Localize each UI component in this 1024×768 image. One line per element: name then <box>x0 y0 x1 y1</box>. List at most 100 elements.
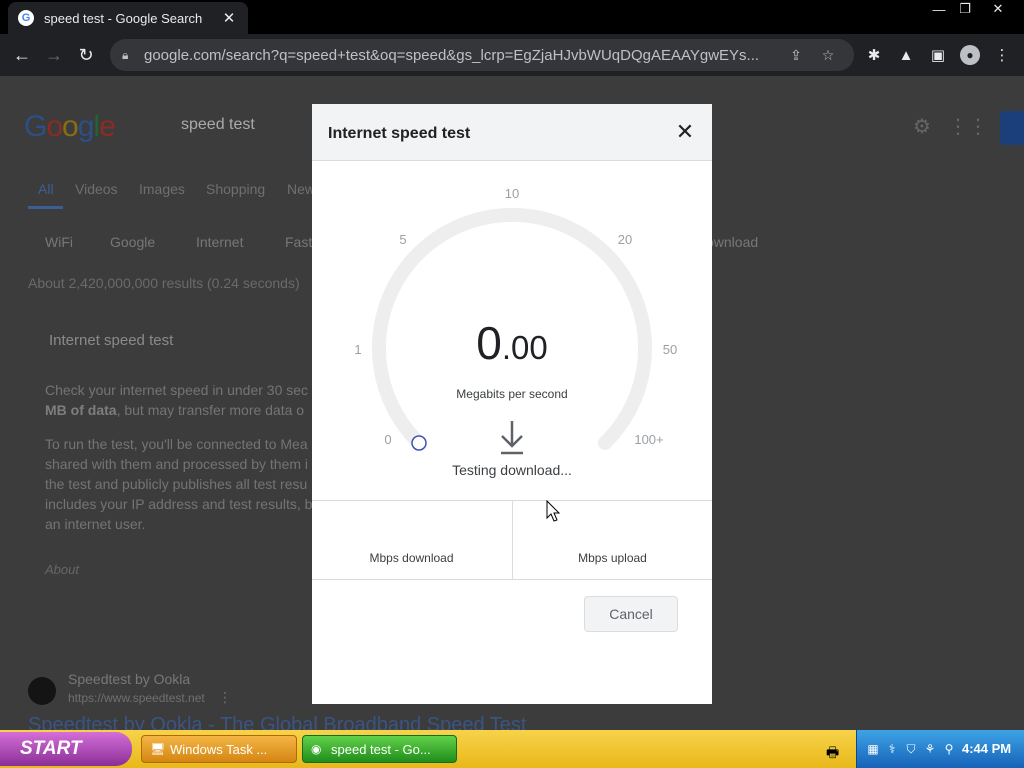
test-status-text: Testing download... <box>452 462 572 478</box>
taskbar-item-label: Windows Task ... <box>170 741 268 757</box>
body-line: the test and publicly publishes all test… <box>45 476 308 492</box>
result-url: https://www.speedtest.net <box>68 691 205 705</box>
browser-tabstrip: G speed test - Google Search ✕ — ❐ ✕ <box>0 0 1024 34</box>
taskbar-item-chrome[interactable]: ◉ speed test - Go... <box>302 735 457 763</box>
task-manager-icon: 🖥︎ <box>150 742 166 756</box>
tab-all[interactable]: All <box>38 181 54 197</box>
chip-internet[interactable]: Internet <box>196 234 243 250</box>
settings-gear-icon[interactable]: ⚙ <box>910 114 934 138</box>
tab-close-icon[interactable]: ✕ <box>220 9 238 27</box>
widget-title: Internet speed test <box>49 332 174 349</box>
chip-download[interactable]: ownload <box>706 234 758 250</box>
window-close-button[interactable]: ✕ <box>986 0 1010 18</box>
tray-app-icon[interactable]: ⚘ <box>922 742 938 756</box>
lock-icon: 🔒︎ <box>122 47 129 62</box>
logo-letter: o <box>46 110 63 143</box>
address-bar[interactable]: 🔒︎ google.com/search?q=speed+test&oq=spe… <box>110 39 854 71</box>
taskbar-item-label: speed test - Go... <box>331 741 431 757</box>
speed-gauge: 0 1 5 10 20 50 100+ <box>354 186 677 451</box>
gauge-label-5: 5 <box>399 232 406 247</box>
about-link[interactable]: About <box>45 562 79 577</box>
body-line: an internet user. <box>45 516 146 532</box>
share-icon[interactable]: ⇪ <box>780 47 812 64</box>
gauge-label-10: 10 <box>505 186 519 201</box>
body-line: MB of data, but may transfer more data o <box>45 400 304 420</box>
start-label: START <box>20 738 82 759</box>
dialog-close-icon[interactable]: ✕ <box>672 119 698 145</box>
tab-title: speed test - Google Search <box>44 10 203 26</box>
gauge-label-0: 0 <box>384 432 391 447</box>
tab-videos[interactable]: Videos <box>75 181 118 197</box>
search-input[interactable]: speed test <box>181 116 255 134</box>
gauge-label-100-plus: 100+ <box>634 432 663 447</box>
browser-toolbar: ← → ↻ 🔒︎ google.com/search?q=speed+test&… <box>0 34 1024 76</box>
chip-google[interactable]: Google <box>110 234 155 250</box>
gauge-label-20: 20 <box>618 232 632 247</box>
google-logo[interactable]: Google <box>24 110 116 144</box>
speed-unit-label: Megabits per second <box>456 387 568 401</box>
ookla-favicon-icon <box>28 677 56 705</box>
speed-value-integer: 0 <box>476 317 502 369</box>
network-icon[interactable]: ▦ <box>865 742 881 756</box>
start-button[interactable]: START <box>0 732 132 766</box>
logo-letter: G <box>24 110 47 143</box>
logo-letter: e <box>99 110 116 143</box>
taskbar-item-task-manager[interactable]: 🖥︎ Windows Task ... <box>141 735 297 763</box>
speed-value: 0.00 <box>312 316 712 370</box>
extensions-puzzle-icon[interactable]: ✱ <box>862 44 886 66</box>
dialog-title: Internet speed test <box>328 125 471 142</box>
minimize-button[interactable]: — <box>928 0 950 18</box>
restore-button[interactable]: ❐ <box>954 0 976 18</box>
chip-fast[interactable]: Fast <box>285 234 312 250</box>
url-text[interactable]: google.com/search?q=speed+test&oq=speed&… <box>144 47 780 64</box>
labs-flask-icon[interactable]: ▲ <box>894 44 918 66</box>
back-arrow-icon[interactable]: ← <box>9 43 35 67</box>
gauge-needle-dot <box>411 435 427 451</box>
body-line-rest: , but may transfer more data o <box>116 402 305 418</box>
taskbar-clock[interactable]: 4:44 PM <box>962 741 1011 756</box>
body-line: Check your internet speed in under 30 se… <box>45 382 309 398</box>
speed-value-decimal: .00 <box>501 329 548 366</box>
side-panel-icon[interactable]: ▣ <box>926 44 950 66</box>
upload-result-cell: Mbps upload <box>512 501 712 580</box>
body-line: shared with them and processed by them i <box>45 456 309 472</box>
sign-in-button[interactable] <box>1000 111 1024 145</box>
download-arrow-icon <box>501 421 523 455</box>
speed-test-dialog: Internet speed test ✕ 0 1 5 10 20 50 100… <box>312 104 712 704</box>
cancel-button[interactable]: Cancel <box>584 596 678 632</box>
upload-result-label: Mbps upload <box>578 551 647 565</box>
tab-shopping[interactable]: Shopping <box>206 181 265 197</box>
result-more-icon[interactable]: ⋮ <box>218 689 232 706</box>
mouse-cursor-icon <box>546 500 561 522</box>
profile-avatar-button[interactable]: ● <box>958 44 982 66</box>
result-stats: About 2,420,000,000 results (0.24 second… <box>28 275 300 291</box>
result-title-link[interactable]: Speedtest by Ookla - The Global Broadban… <box>28 714 526 730</box>
taskbar: START 🖥︎ Windows Task ... ◉ speed test -… <box>0 730 1024 768</box>
chrome-icon: ◉ <box>311 742 322 756</box>
menu-kebab-icon[interactable]: ⋮ <box>990 44 1014 66</box>
profile-icon: ● <box>960 45 980 65</box>
tab-speed-test[interactable]: G speed test - Google Search ✕ <box>8 2 248 34</box>
tray-collapse-icon[interactable]: 🖶︎ <box>826 742 839 766</box>
active-tab-indicator <box>28 206 63 209</box>
body-line: includes your IP address and test result… <box>45 496 313 512</box>
apps-grid-icon[interactable]: ⋮⋮ <box>948 114 988 138</box>
safely-remove-icon[interactable]: ⚕ <box>884 742 900 756</box>
body-line: To run the test, you'll be connected to … <box>45 436 308 452</box>
logo-letter: o <box>62 110 79 143</box>
reload-icon[interactable]: ↻ <box>73 43 99 67</box>
logo-letter: g <box>77 110 95 143</box>
tab-news[interactable]: New <box>287 181 315 197</box>
search-magnifier-icon[interactable]: ⚲ <box>941 742 957 756</box>
google-favicon-icon: G <box>18 10 34 26</box>
bookmark-star-icon[interactable]: ☆ <box>812 47 844 64</box>
dialog-header: Internet speed test ✕ <box>312 104 712 161</box>
chip-wifi[interactable]: WiFi <box>45 234 73 250</box>
forward-arrow-icon[interactable]: → <box>41 43 67 67</box>
security-shield-icon[interactable]: ⛉ <box>903 742 919 756</box>
result-site-name: Speedtest by Ookla <box>68 671 191 687</box>
download-result-label: Mbps download <box>369 551 454 565</box>
download-result-cell: Mbps download <box>312 501 512 580</box>
body-bold-text: MB of data <box>45 402 117 418</box>
tab-images[interactable]: Images <box>139 181 185 197</box>
